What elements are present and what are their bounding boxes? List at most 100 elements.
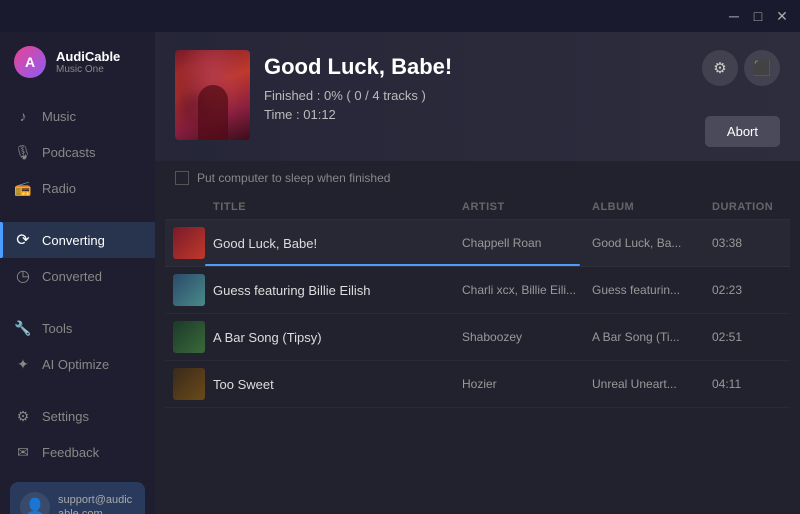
col-duration: DURATION [712, 201, 782, 213]
thumb-image [173, 321, 205, 353]
table-row[interactable]: Good Luck, Babe! Chappell Roan Good Luck… [165, 220, 790, 267]
title-bar: ─ □ ✕ [0, 0, 800, 32]
sidebar-item-converted[interactable]: ◷ Converted [0, 258, 155, 294]
app-logo-icon: A [14, 46, 46, 78]
sidebar: A AudiCable Music One ♪ Music 🎙 Podcasts… [0, 32, 155, 514]
user-email: support@audicable.com [58, 493, 132, 514]
sidebar-section-convert: ⟳ Converting ◷ Converted [0, 220, 155, 296]
track-title-col: Guess featuring Billie Eilish [213, 283, 462, 298]
sleep-checkbox[interactable] [175, 171, 189, 185]
album-art [175, 50, 250, 140]
track-album: Unreal Uneart... [592, 377, 712, 391]
table-header: TITLE ARTIST ALBUM DURATION [165, 195, 790, 220]
track-thumbnail [173, 321, 205, 353]
thumb-image [173, 274, 205, 306]
sidebar-label-radio: Radio [42, 181, 76, 196]
sidebar-section-settings: ⚙ Settings ✉ Feedback [0, 396, 155, 472]
track-thumbnail [173, 274, 205, 306]
sleep-label: Put computer to sleep when finished [197, 171, 390, 185]
feedback-icon: ✉ [14, 443, 32, 461]
app-subtitle: Music One [56, 64, 120, 75]
sidebar-item-ai-optimize[interactable]: ✦ AI Optimize [0, 346, 155, 382]
convert-time: Time : 01:12 [264, 107, 702, 122]
sidebar-bottom: 👤 support@audicable.com [0, 472, 155, 514]
sidebar-label-tools: Tools [42, 321, 72, 336]
close-button[interactable]: ✕ [772, 6, 792, 26]
track-title-col: A Bar Song (Tipsy) [213, 330, 462, 345]
converted-icon: ◷ [14, 267, 32, 285]
table-row[interactable]: Too Sweet Hozier Unreal Uneart... 04:11 [165, 361, 790, 408]
track-thumb-col [173, 368, 213, 400]
track-thumb-col [173, 274, 213, 306]
thumb-image [173, 368, 205, 400]
track-duration: 02:23 [712, 283, 782, 297]
sidebar-item-feedback[interactable]: ✉ Feedback [0, 434, 155, 470]
settings-icon: ⚙ [14, 407, 32, 425]
user-card[interactable]: 👤 support@audicable.com [10, 482, 145, 514]
sidebar-item-settings[interactable]: ⚙ Settings [0, 398, 155, 434]
sidebar-label-converted: Converted [42, 269, 102, 284]
track-album: A Bar Song (Ti... [592, 330, 712, 344]
sidebar-label-ai-optimize: AI Optimize [42, 357, 109, 372]
sidebar-item-radio[interactable]: 📻 Radio [0, 170, 155, 206]
sidebar-item-podcasts[interactable]: 🎙 Podcasts [0, 134, 155, 170]
album-art-figure [175, 50, 250, 140]
track-artist: Chappell Roan [462, 236, 592, 250]
maximize-button[interactable]: □ [748, 6, 768, 26]
col-artist: ARTIST [462, 201, 592, 213]
track-table: TITLE ARTIST ALBUM DURATION Good Luck, B… [155, 195, 800, 514]
track-title: Good Luck, Babe! [213, 236, 317, 251]
sidebar-label-settings: Settings [42, 409, 89, 424]
table-row[interactable]: Guess featuring Billie Eilish Charli xcx… [165, 267, 790, 314]
convert-status: Finished : 0% ( 0 / 4 tracks ) [264, 88, 702, 103]
sidebar-item-music[interactable]: ♪ Music [0, 98, 155, 134]
col-title: TITLE [213, 201, 462, 213]
sidebar-label-music: Music [42, 109, 76, 124]
track-thumb-col [173, 227, 213, 259]
avatar: 👤 [20, 492, 50, 514]
track-thumbnail [173, 227, 205, 259]
table-row[interactable]: A Bar Song (Tipsy) Shaboozey A Bar Song … [165, 314, 790, 361]
track-artist: Shaboozey [462, 330, 592, 344]
track-album: Good Luck, Ba... [592, 236, 712, 250]
app-name: AudiCable [56, 49, 120, 64]
track-rows: Good Luck, Babe! Chappell Roan Good Luck… [165, 220, 790, 408]
track-duration: 02:51 [712, 330, 782, 344]
convert-title: Good Luck, Babe! [264, 54, 702, 80]
sidebar-item-converting[interactable]: ⟳ Converting [0, 222, 155, 258]
convert-header: Good Luck, Babe! Finished : 0% ( 0 / 4 t… [155, 32, 800, 161]
track-progress-bar [205, 264, 580, 266]
tools-icon: 🔧 [14, 319, 32, 337]
ai-optimize-icon: ✦ [14, 355, 32, 373]
track-album: Guess featurin... [592, 283, 712, 297]
track-title: A Bar Song (Tipsy) [213, 330, 322, 345]
track-artist: Hozier [462, 377, 592, 391]
album-art-wrapper [175, 50, 250, 140]
app-body: A AudiCable Music One ♪ Music 🎙 Podcasts… [0, 32, 800, 514]
track-title: Too Sweet [213, 377, 274, 392]
header-icon-buttons: ⚙ ⬛ [702, 50, 780, 86]
minimize-button[interactable]: ─ [724, 6, 744, 26]
track-thumbnail [173, 368, 205, 400]
track-duration: 04:11 [712, 377, 782, 391]
thumb-image [173, 227, 205, 259]
settings-circle-button[interactable]: ⚙ [702, 50, 738, 86]
sidebar-label-podcasts: Podcasts [42, 145, 95, 160]
podcasts-icon: 🎙 [14, 143, 32, 161]
track-title-col: Good Luck, Babe! [213, 236, 462, 251]
convert-actions: ⚙ ⬛ Abort [702, 50, 780, 147]
converting-icon: ⟳ [14, 231, 32, 249]
sidebar-section-main: ♪ Music 🎙 Podcasts 📻 Radio [0, 96, 155, 208]
track-thumb-col [173, 321, 213, 353]
track-duration: 03:38 [712, 236, 782, 250]
music-icon: ♪ [14, 107, 32, 125]
sidebar-item-tools[interactable]: 🔧 Tools [0, 310, 155, 346]
main-content: Good Luck, Babe! Finished : 0% ( 0 / 4 t… [155, 32, 800, 514]
export-circle-button[interactable]: ⬛ [744, 50, 780, 86]
sidebar-label-feedback: Feedback [42, 445, 99, 460]
sidebar-label-converting: Converting [42, 233, 105, 248]
radio-icon: 📻 [14, 179, 32, 197]
abort-button[interactable]: Abort [705, 116, 780, 147]
sidebar-section-tools: 🔧 Tools ✦ AI Optimize [0, 308, 155, 384]
track-artist: Charli xcx, Billie Eili... [462, 283, 592, 297]
